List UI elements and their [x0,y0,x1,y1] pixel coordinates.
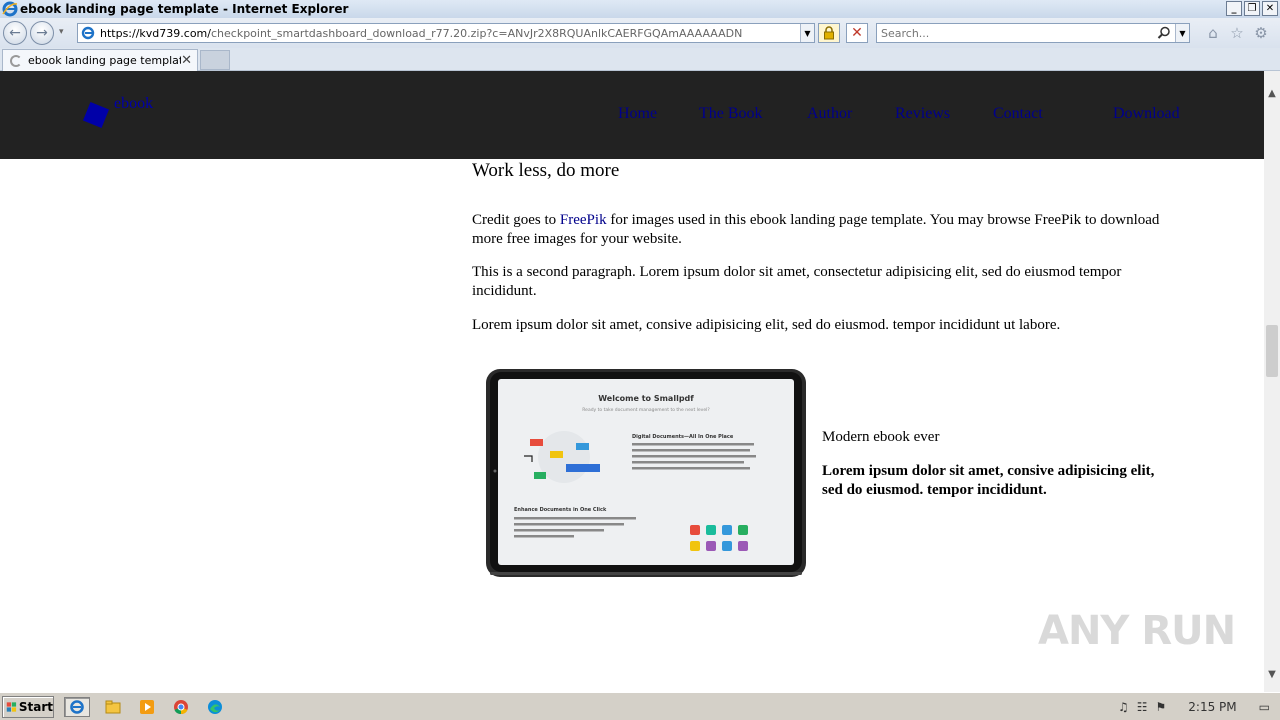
credit-text-before: Credit goes to [472,212,560,228]
tab-bar: ebook landing page template ✕ [0,48,1280,71]
history-dropdown-icon[interactable]: ▾ [59,27,64,37]
feature-text: Lorem ipsum dolor sit amet, consive adip… [822,463,1155,498]
security-lock-button[interactable] [818,23,840,43]
new-tab-button[interactable] [200,50,230,70]
nav-link-reviews[interactable]: Reviews [895,105,950,123]
tablet-image: Welcome to Smallpdf Ready to take docume… [486,369,806,577]
brand-logo-icon[interactable] [82,101,110,129]
tablet-screen-subtitle: Ready to take document management to the… [582,407,710,413]
search-icon[interactable] [1157,26,1171,40]
scroll-down-icon[interactable]: ▼ [1264,666,1280,682]
scroll-up-icon[interactable]: ▲ [1264,85,1280,101]
internet-explorer-icon [2,1,18,17]
chrome-icon [174,700,188,715]
folder-icon [105,700,121,714]
nav-link-contact[interactable]: Contact [993,105,1043,123]
section-heading: Work less, do more [472,160,620,181]
feature-title: Modern ebook ever [822,429,940,445]
settings-gear-icon[interactable]: ⚙ [1252,24,1270,42]
taskbar-media-player[interactable] [134,697,160,717]
close-window-button[interactable]: ✕ [1262,1,1278,16]
tag-jpg [566,464,600,472]
search-dropdown-icon[interactable]: ▼ [1175,24,1189,42]
url-text[interactable]: https://kvd739.com/checkpoint_smartdashb… [100,27,742,40]
search-input[interactable] [881,26,1151,40]
tab-title: ebook landing page template [28,54,182,67]
title-bar: ebook landing page template - Internet E… [0,0,1280,18]
favorites-star-icon[interactable]: ☆ [1228,24,1246,42]
media-player-icon [140,700,154,714]
stop-button[interactable]: ✕ [846,23,868,43]
browser-navigation-bar: ← → ▾ https://kvd739.com/checkpoint_smar… [0,18,1280,48]
site-navigation: ebook Home The Book Author Reviews Conta… [0,71,1264,159]
nav-link-author[interactable]: Author [807,105,852,123]
start-button[interactable]: Start [2,696,54,718]
address-dropdown-icon[interactable]: ▼ [800,24,814,42]
taskbar-edge[interactable] [202,697,228,717]
taskbar-chrome[interactable] [168,697,194,717]
url-path: checkpoint_smartdashboard_download_r77.2… [210,26,743,40]
start-label: Start [18,700,53,714]
taskbar-file-explorer[interactable] [100,697,126,717]
window-title: ebook landing page template - Internet E… [20,2,349,16]
home-icon[interactable]: ⌂ [1204,24,1222,42]
freepik-link[interactable]: FreePik [560,212,607,228]
windows-flag-icon [6,702,17,712]
lock-icon [824,26,834,40]
network-icon[interactable]: ☷ [1137,700,1148,714]
internet-explorer-icon [70,700,84,714]
tablet-screen-title: Welcome to Smallpdf [598,394,694,403]
arrow-left-icon: ← [9,25,21,41]
taskbar: Start ♫ ☷ ⚑ 2:15 PM ▭ [0,692,1280,720]
search-box[interactable]: ▼ [876,23,1190,43]
paragraph-second: This is a second paragraph. Lorem ipsum … [472,264,1122,299]
page-viewport: ebook Home The Book Author Reviews Conta… [0,71,1264,692]
tag-doc [576,443,589,450]
page-icon [81,26,95,40]
minimize-button[interactable]: _ [1226,1,1242,16]
tab-close-button[interactable]: ✕ [181,53,192,68]
forward-button[interactable]: → [30,21,54,45]
close-icon: ✕ [851,25,863,41]
action-center-flag-icon[interactable]: ⚑ [1156,700,1167,714]
edge-icon [208,700,222,714]
show-desktop-icon[interactable]: ▭ [1259,700,1270,714]
tablet-section1-title: Digital Documents—All In One Place [632,434,734,440]
taskbar-internet-explorer[interactable] [64,697,90,717]
tag-ppt [550,451,563,458]
browser-tab[interactable]: ebook landing page template ✕ [2,49,198,71]
nav-link-the-book[interactable]: The Book [699,105,763,123]
brand-link[interactable]: ebook [114,95,153,113]
arrow-right-icon: → [36,25,48,41]
tag-xls [534,472,546,479]
watermark-text: ANY RUN [1038,608,1236,654]
loading-spinner-icon [10,54,22,67]
clock[interactable]: 2:15 PM [1188,700,1236,714]
anyrun-watermark: ANY RUN [1038,608,1236,654]
nav-link-download[interactable]: Download [1113,105,1180,123]
nav-link-home[interactable]: Home [618,105,657,123]
address-bar[interactable]: https://kvd739.com/checkpoint_smartdashb… [77,23,815,43]
paragraph-third: Lorem ipsum dolor sit amet, consive adip… [472,317,1061,333]
restore-button[interactable]: ❐ [1244,1,1260,16]
paragraph-credit: Credit goes to FreePik for images used i… [472,211,1172,249]
tag-pdf [530,439,543,446]
system-tray: ♫ ☷ ⚑ 2:15 PM ▭ [1118,695,1280,719]
url-host: https://kvd739.com/ [100,26,211,40]
tablet-section2-title: Enhance Documents in One Click [514,507,607,513]
scroll-thumb[interactable] [1266,325,1278,377]
vertical-scrollbar[interactable]: ▲ ▼ [1264,71,1280,692]
volume-icon[interactable]: ♫ [1118,700,1129,714]
back-button[interactable]: ← [3,21,27,45]
